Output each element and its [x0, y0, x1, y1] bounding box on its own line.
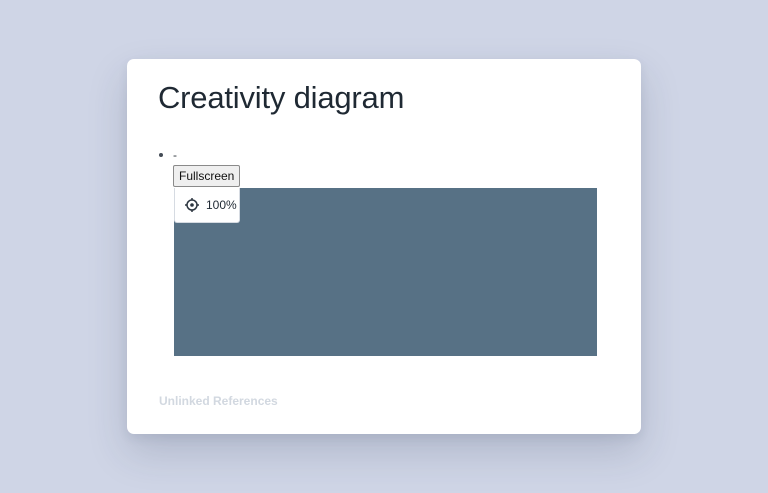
target-icon [185, 198, 199, 212]
bullet-dot[interactable] [159, 153, 163, 157]
zoom-level: 100% [206, 198, 237, 212]
page-title[interactable]: Creativity diagram [158, 78, 404, 118]
unlinked-references-toggle[interactable]: Unlinked References [159, 394, 278, 408]
block-bullet-row[interactable]: - [158, 147, 177, 163]
block-text[interactable]: - [173, 147, 177, 163]
zoom-reset-control[interactable]: 100% [174, 188, 240, 223]
fullscreen-button[interactable]: Fullscreen [173, 165, 241, 187]
page-card: Creativity diagram - Fullscreen 100% Unl… [127, 59, 641, 434]
